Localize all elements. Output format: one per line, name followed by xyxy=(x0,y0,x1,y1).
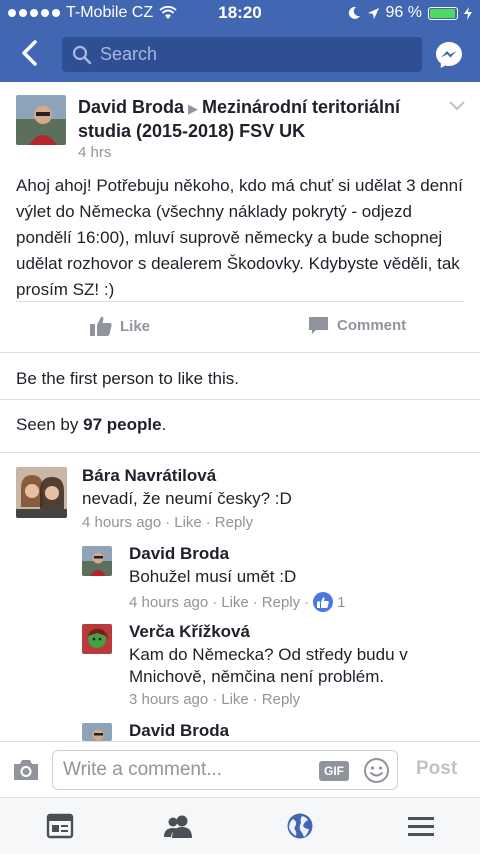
separator-dot: · xyxy=(212,691,218,708)
author-avatar[interactable] xyxy=(16,95,66,145)
back-arrow-icon[interactable] xyxy=(16,38,44,68)
comment-time: 4 hours ago xyxy=(82,514,162,531)
news-feed-icon[interactable] xyxy=(45,812,75,840)
moon-icon xyxy=(348,6,360,19)
location-arrow-icon xyxy=(367,7,379,19)
commenter-avatar[interactable] xyxy=(16,467,67,518)
reply-reply-link[interactable]: Reply xyxy=(262,594,300,611)
comment-reply-link[interactable]: Reply xyxy=(215,514,253,531)
shared-to-arrow-icon: ▶ xyxy=(188,101,199,116)
friends-icon[interactable] xyxy=(163,812,193,840)
first-like-text[interactable]: Be the first person to like this. xyxy=(16,369,239,389)
comment-input-box[interactable]: GIF xyxy=(52,750,398,790)
search-icon xyxy=(72,45,92,64)
comment-author[interactable]: Bára Navrátilová xyxy=(82,466,216,486)
reply-reply-link[interactable]: Reply xyxy=(262,691,300,708)
menu-icon[interactable] xyxy=(406,812,436,840)
reply-avatar[interactable] xyxy=(82,546,112,576)
messenger-icon[interactable] xyxy=(434,40,464,70)
post-header: David Broda ▶ Mezinárodní teritoriální stu… xyxy=(0,82,480,172)
reply-like-link[interactable]: Like xyxy=(221,594,249,611)
thumbs-up-icon xyxy=(90,316,112,336)
post-comment-button[interactable]: Post xyxy=(416,758,457,780)
separator-dot: · xyxy=(165,514,171,531)
post-time[interactable]: 4 hrs xyxy=(78,144,111,161)
reply-meta: 3 hours ago · Like · Reply xyxy=(129,691,300,708)
emoji-icon[interactable] xyxy=(363,757,390,784)
camera-icon[interactable] xyxy=(12,758,40,782)
like-label: Like xyxy=(120,317,151,335)
tab-bar xyxy=(0,797,480,854)
seen-suffix: . xyxy=(161,415,167,434)
reply-author[interactable]: David Broda xyxy=(129,544,229,564)
status-right: 96 % xyxy=(347,4,472,22)
post-author-name[interactable]: David Broda xyxy=(78,97,184,117)
chevron-down-icon[interactable] xyxy=(448,100,466,112)
seen-count: 97 people xyxy=(83,415,162,434)
reply-text: Kam do Německa? Od středy budu v Mnichov… xyxy=(129,645,408,686)
divider xyxy=(0,452,480,453)
seen-prefix: Seen by xyxy=(16,415,84,434)
search-input[interactable] xyxy=(100,44,400,65)
comment-text: nevadí, že neumí česky? :D xyxy=(82,489,292,508)
separator-dot: · xyxy=(205,514,211,531)
reply-time: 3 hours ago xyxy=(129,691,209,708)
post-author-line: David Broda ▶ Mezinárodní teritoriální stu… xyxy=(78,96,438,142)
reply-avatar[interactable] xyxy=(82,723,112,741)
search-box[interactable] xyxy=(62,37,422,72)
battery-icon xyxy=(428,6,458,20)
comment-meta: 4 hours ago · Like · Reply xyxy=(82,514,253,531)
reply-text: Bohužel musí umět :D xyxy=(129,567,297,586)
separator-dot: · xyxy=(304,593,310,611)
battery-percent: 96 % xyxy=(385,4,422,21)
top-bar: T-Mobile CZ 18:20 96 % xyxy=(0,0,480,82)
reply-avatar[interactable] xyxy=(82,624,112,654)
comment-like-link[interactable]: Like xyxy=(174,514,202,531)
reply-author[interactable]: David Broda xyxy=(129,721,229,741)
separator-dot: · xyxy=(252,593,258,611)
comment-composer: GIF Post xyxy=(0,741,480,797)
divider xyxy=(0,352,480,353)
separator-dot: · xyxy=(212,593,218,611)
reply-like-link[interactable]: Like xyxy=(221,691,249,708)
like-button[interactable]: Like xyxy=(90,316,150,336)
comment-input[interactable] xyxy=(63,759,303,781)
like-badge-icon[interactable] xyxy=(313,592,334,612)
seen-by[interactable]: Seen by 97 people. xyxy=(16,415,166,435)
comment-button[interactable]: Comment xyxy=(308,316,406,335)
gif-button[interactable]: GIF xyxy=(319,761,349,781)
charging-icon xyxy=(464,6,472,20)
reply-author[interactable]: Verča Křížková xyxy=(129,622,250,642)
battery-fill xyxy=(430,8,455,18)
notifications-globe-icon[interactable] xyxy=(285,812,315,840)
nav-bar xyxy=(0,26,480,82)
reply-meta: 4 hours ago · Like · Reply · 1 xyxy=(129,592,345,612)
divider xyxy=(0,399,480,400)
reply-like-count: 1 xyxy=(337,593,346,611)
status-bar: T-Mobile CZ 18:20 96 % xyxy=(0,0,480,26)
post-body: Ahoj ahoj! Potřebuju někoho, kdo má chuť… xyxy=(16,176,463,299)
comment-icon xyxy=(309,317,328,334)
post-actions: Like Comment xyxy=(0,302,480,352)
comment-label: Comment xyxy=(337,317,407,334)
separator-dot: · xyxy=(252,691,258,708)
reply-time: 4 hours ago xyxy=(129,593,209,611)
